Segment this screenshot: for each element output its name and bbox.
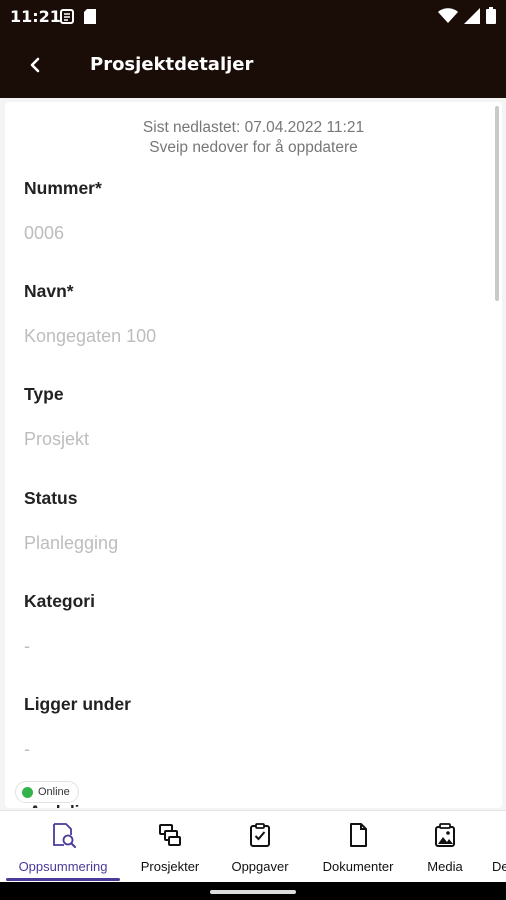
nav-item-oppsummering[interactable]: Oppsummering <box>6 811 120 883</box>
field-navn[interactable]: Navn* Kongegaten 100 <box>24 281 156 347</box>
field-value: Planlegging <box>24 533 119 553</box>
summary-search-icon <box>53 823 76 848</box>
pull-to-refresh-hint: Sveip nedover for å oppdatere <box>149 139 358 156</box>
field-label: Type <box>24 384 64 404</box>
page-title: Prosjektdetaljer <box>90 54 254 75</box>
nav-label: De <box>492 859 506 874</box>
nav-item-media[interactable]: Media <box>418 811 472 883</box>
last-downloaded-text: Sist nedlastet: 07.04.2022 11:21 <box>142 119 365 136</box>
sync-status-icon <box>60 9 74 29</box>
nav-label: Oppsummering <box>18 859 108 874</box>
connection-status-label: Online <box>38 786 70 798</box>
status-time: 11:21 <box>10 7 61 26</box>
online-indicator-icon <box>22 786 33 798</box>
nav-item-oppgaver[interactable]: Oppgaver <box>222 811 298 883</box>
projects-icon <box>159 824 181 846</box>
field-status[interactable]: Status Planlegging <box>24 488 118 554</box>
field-label: Ligger under <box>24 694 131 714</box>
field-label: Navn* <box>24 281 74 301</box>
battery-icon <box>486 7 496 29</box>
status-bar: 11:21 <box>0 0 506 34</box>
nav-label: Media <box>427 859 463 874</box>
tasks-icon <box>250 823 270 847</box>
field-value: Kongegaten 100 <box>24 326 157 346</box>
nav-item-more[interactable]: De <box>484 811 506 883</box>
field-value: 0006 <box>24 223 65 243</box>
field-kategori[interactable]: Kategori - <box>24 591 95 657</box>
field-nummer[interactable]: Nummer* 0006 <box>24 178 102 244</box>
connection-status-badge: Online <box>15 781 79 803</box>
nav-label: Prosjekter <box>140 859 200 874</box>
app-bar: Prosjektdetaljer <box>0 34 506 98</box>
field-value: Prosjekt <box>24 429 90 449</box>
nav-item-dokumenter[interactable]: Dokumenter <box>314 811 402 883</box>
field-ligger-under[interactable]: Ligger under - <box>24 694 131 760</box>
wifi-icon <box>438 7 458 29</box>
field-value: - <box>24 739 30 759</box>
sync-info: Sist nedlastet: 07.04.2022 11:21 Sveip n… <box>5 118 502 158</box>
system-navigation-area <box>0 882 506 900</box>
nav-label: Dokumenter <box>322 859 394 874</box>
back-arrow-icon <box>30 57 40 73</box>
field-value: - <box>24 636 30 656</box>
nav-item-prosjekter[interactable]: Prosjekter <box>130 811 210 883</box>
field-label: Nummer* <box>24 178 102 198</box>
content-area[interactable]: Sist nedlastet: 07.04.2022 11:21 Sveip n… <box>0 98 506 810</box>
field-label: Status <box>24 488 78 508</box>
back-button[interactable] <box>20 50 50 80</box>
field-type[interactable]: Type Prosjekt <box>24 384 89 450</box>
media-icon <box>435 823 455 847</box>
project-details-card: Sist nedlastet: 07.04.2022 11:21 Sveip n… <box>5 102 502 808</box>
bottom-navigation: Oppsummering Prosjekter Oppgaver Dokumen… <box>0 810 506 882</box>
scrollbar[interactable] <box>495 106 499 301</box>
nav-label: Oppgaver <box>231 859 289 874</box>
signal-icon <box>464 7 480 29</box>
document-icon <box>350 823 367 847</box>
sd-card-icon <box>84 9 96 29</box>
home-gesture-handle[interactable] <box>210 890 296 894</box>
active-tab-indicator <box>6 878 120 881</box>
field-label: Kategori <box>24 591 95 611</box>
